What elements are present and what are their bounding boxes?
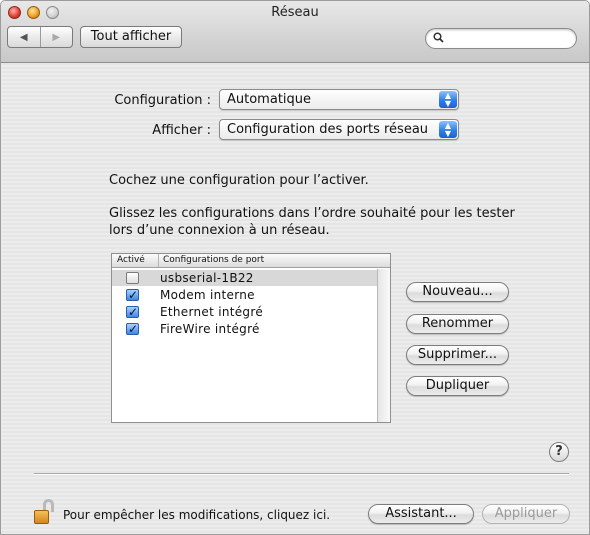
list-item[interactable]: Modem interne [112,287,377,303]
activate-checkbox[interactable] [126,321,139,337]
rename-button[interactable]: Renommer [406,314,509,334]
apply-button[interactable]: Appliquer [482,504,570,524]
list-item[interactable]: usbserial-1B22 [112,270,377,286]
window-title: Réseau [271,5,319,20]
instruction-drag-line2: lors d’une connexion à un réseau. [109,223,330,238]
column-header-config[interactable]: Configurations de port [158,254,264,267]
instruction-drag-line1: Glissez les configurations dans l’ordre … [109,206,515,221]
search-input[interactable] [448,31,568,46]
list-item[interactable]: FireWire intégré [112,321,377,337]
show-label: Afficher : [152,123,211,138]
toolbar: Réseau ◀ ▶ Tout afficher [1,1,589,63]
column-header-active[interactable]: Activé [117,254,145,267]
popup-arrows-icon: ▲ ▼ [439,121,457,138]
search-icon [433,32,444,46]
list-scrollbar[interactable] [377,269,390,422]
divider [34,473,569,474]
list-header: Activé Configurations de port [112,254,390,268]
search-field[interactable] [425,28,577,49]
port-name: usbserial-1B22 [160,271,254,285]
forward-arrow-icon[interactable]: ▶ [39,27,73,47]
configuration-label: Configuration : [114,93,211,108]
lock-message: Pour empêcher les modifications, cliquez… [63,508,331,522]
instruction-activate: Cochez une configuration pour l’activer. [109,173,369,188]
lock-open-icon[interactable] [34,499,56,525]
help-icon[interactable]: ? [549,442,569,462]
port-name: Modem interne [160,288,255,302]
configuration-value: Automatique [227,92,312,107]
show-popup[interactable]: Configuration des ports réseau ▲ ▼ [219,119,459,140]
duplicate-button[interactable]: Dupliquer [406,376,509,396]
network-preferences-window: Réseau ◀ ▶ Tout afficher Configuration :… [0,0,590,535]
nav-segmented-control: ◀ ▶ [7,26,73,48]
show-all-button[interactable]: Tout afficher [80,26,182,48]
new-button[interactable]: Nouveau... [406,282,509,302]
activate-checkbox[interactable] [126,304,139,320]
back-arrow-icon[interactable]: ◀ [8,27,40,47]
delete-button[interactable]: Supprimer... [406,345,509,365]
popup-arrows-icon: ▲ ▼ [439,91,457,108]
list-item[interactable]: Ethernet intégré [112,304,377,320]
assistant-button[interactable]: Assistant... [368,504,474,524]
activate-checkbox[interactable] [126,287,139,303]
port-name: Ethernet intégré [160,305,264,319]
port-name: FireWire intégré [160,322,260,336]
activate-checkbox[interactable] [126,272,139,284]
show-value: Configuration des ports réseau [227,122,429,137]
configuration-popup[interactable]: Automatique ▲ ▼ [219,89,459,110]
port-configurations-list[interactable]: Activé Configurations de port usbserial-… [111,253,391,423]
